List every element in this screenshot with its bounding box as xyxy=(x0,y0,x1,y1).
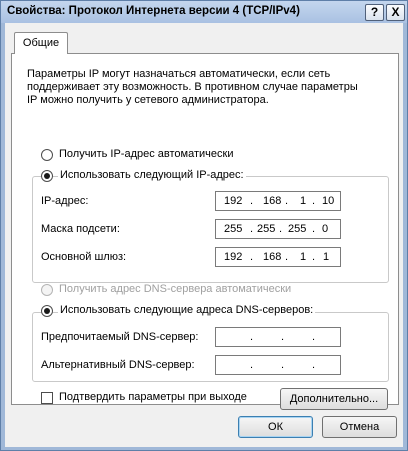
advanced-button[interactable]: Дополнительно... xyxy=(280,388,388,410)
dns-manual-label[interactable]: Использовать следующие адреса DNS-сервер… xyxy=(58,304,316,316)
ip-auto-label[interactable]: Получить IP-адрес автоматически xyxy=(59,148,233,160)
close-button[interactable]: X xyxy=(386,4,405,21)
help-button[interactable]: ? xyxy=(365,4,384,21)
intro-line: поддерживает эту возможность. В противно… xyxy=(27,81,358,93)
ip-address-input[interactable]: 192 . 168 . 1 . 10 xyxy=(215,191,341,211)
default-gateway-input[interactable]: 192 . 168 . 1 . 1 xyxy=(215,247,341,267)
alternate-dns-label: Альтернативный DNS-сервер: xyxy=(41,359,195,371)
title-bar[interactable]: Свойства: Протокол Интернета версии 4 (T… xyxy=(1,1,407,23)
preferred-dns-label: Предпочитаемый DNS-сервер: xyxy=(41,331,199,343)
dialog-window: Свойства: Протокол Интернета версии 4 (T… xyxy=(0,0,408,451)
ip-manual-label[interactable]: Использовать следующий IP-адрес: xyxy=(58,169,246,181)
preferred-dns-input[interactable]: . . . xyxy=(215,327,341,347)
ok-button[interactable]: ОК xyxy=(238,416,313,438)
window-title: Свойства: Протокол Интернета версии 4 (T… xyxy=(7,5,300,17)
dns-manual-radio[interactable] xyxy=(41,305,53,317)
ip-auto-radio[interactable] xyxy=(41,149,53,161)
validate-settings-checkbox[interactable] xyxy=(41,392,53,404)
dialog-client: Общие Параметры IP могут назначаться авт… xyxy=(5,23,403,447)
validate-settings-label[interactable]: Подтвердить параметры при выходе xyxy=(59,391,247,403)
tab-general[interactable]: Общие xyxy=(14,32,68,54)
default-gateway-label: Основной шлюз: xyxy=(41,251,127,263)
intro-line: IP можно получить у сетевого администрат… xyxy=(27,94,269,106)
alternate-dns-input[interactable]: . . . xyxy=(215,355,341,375)
ip-address-label: IP-адрес: xyxy=(41,195,89,207)
ip-manual-radio[interactable] xyxy=(41,170,53,182)
subnet-mask-input[interactable]: 255 . 255 . 255 . 0 xyxy=(215,219,341,239)
tab-panel-general: Параметры IP могут назначаться автоматич… xyxy=(11,53,399,410)
cancel-button[interactable]: Отмена xyxy=(322,416,397,438)
intro-text: Параметры IP могут назначаться автоматич… xyxy=(27,68,387,107)
dns-auto-radio xyxy=(41,284,53,296)
intro-line: Параметры IP могут назначаться автоматич… xyxy=(27,68,331,80)
subnet-mask-label: Маска подсети: xyxy=(41,223,120,235)
dns-auto-label: Получить адрес DNS-сервера автоматически xyxy=(59,283,292,295)
